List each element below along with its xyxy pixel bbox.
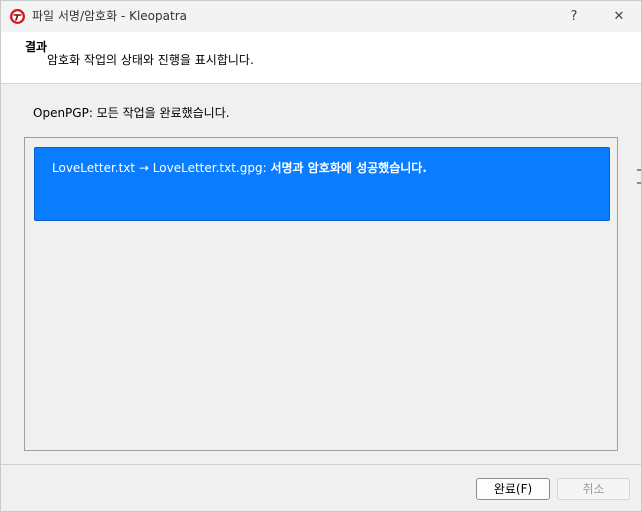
resize-grip-mark [637, 169, 641, 171]
result-message: 서명과 암호화에 성공했습니다. [270, 161, 427, 175]
close-button[interactable]: ✕ [596, 1, 642, 32]
result-list[interactable]: LoveLetter.txt → LoveLetter.txt.gpg: 서명과… [24, 137, 618, 451]
page-header: 결과 암호화 작업의 상태와 진행을 표시합니다. [1, 32, 641, 84]
page-title: 결과 [25, 40, 48, 54]
window-title: 파일 서명/암호화 - Kleopatra [32, 9, 187, 23]
close-icon: ✕ [613, 9, 625, 24]
page-subtitle: 암호화 작업의 상태와 진행을 표시합니다. [47, 53, 254, 67]
dialog-window: 파일 서명/암호화 - Kleopatra ? ✕ 결과 암호화 작업의 상태와… [0, 0, 642, 512]
title-bar[interactable]: 파일 서명/암호화 - Kleopatra ? ✕ [1, 1, 641, 32]
result-text: LoveLetter.txt → LoveLetter.txt.gpg: 서명과… [52, 160, 427, 176]
resize-grip-mark [637, 182, 641, 184]
cancel-button[interactable]: 취소 [557, 478, 630, 500]
result-item[interactable]: LoveLetter.txt → LoveLetter.txt.gpg: 서명과… [34, 147, 610, 221]
overall-status: OpenPGP: 모든 작업을 완료했습니다. [33, 106, 230, 120]
help-button[interactable]: ? [551, 1, 597, 32]
kleopatra-icon [10, 9, 25, 24]
footer-divider [1, 464, 641, 465]
result-file-mapping: LoveLetter.txt → LoveLetter.txt.gpg: [52, 161, 271, 175]
finish-button[interactable]: 완료(F) [476, 478, 550, 500]
